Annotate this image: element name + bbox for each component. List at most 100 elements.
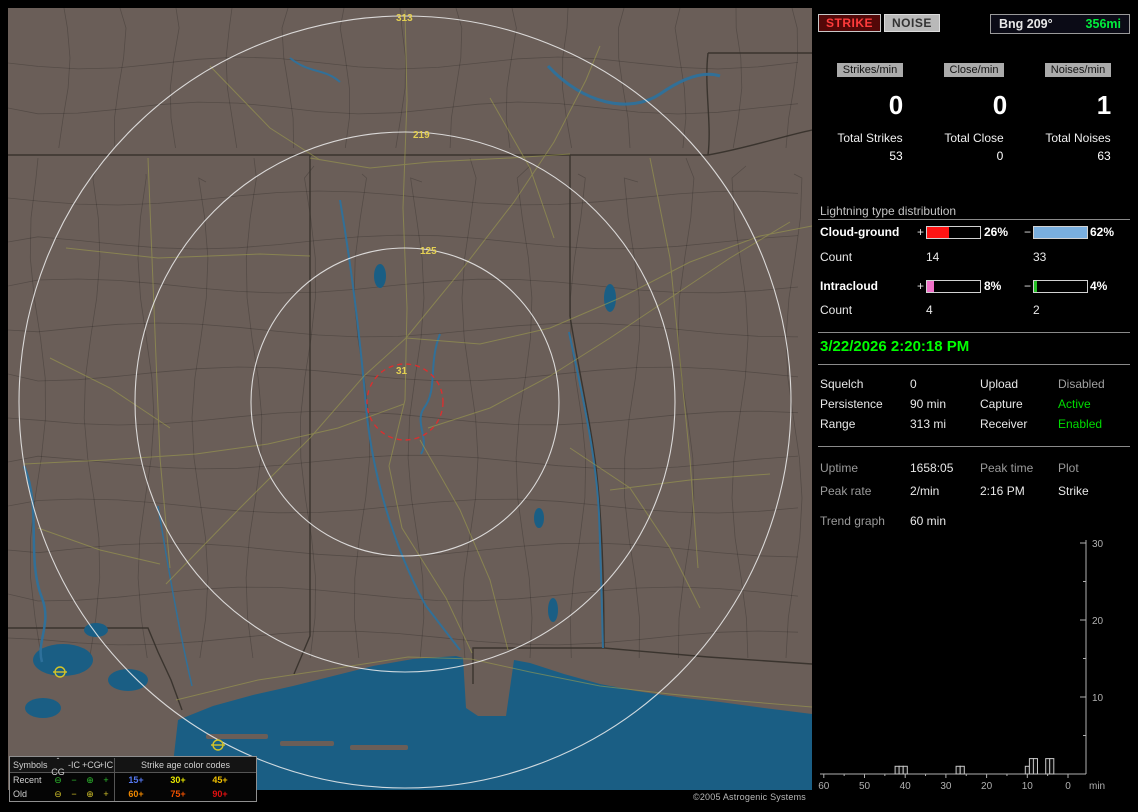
pos-ic-old-icon: + (103, 789, 109, 799)
svg-text:30: 30 (1092, 539, 1104, 550)
cloud-ground-count-row: Count 14 33 (818, 250, 1130, 264)
pos-cg-old-icon: ⊕ (86, 789, 94, 799)
stats-row-1: Uptime 1658:05 Peak time Plot (818, 461, 1130, 475)
legend-recent-label: Recent (13, 775, 42, 785)
separator (818, 446, 1130, 447)
svg-text:10: 10 (1092, 693, 1104, 704)
close-per-min-value: 0 (992, 90, 1008, 120)
plot-value: Strike (1058, 484, 1089, 498)
pos-ic-recent-icon: + (103, 775, 109, 785)
settings-row-squelch: Squelch 0 Upload Disabled (818, 377, 1130, 391)
legend-col-pos-cg: +CG (82, 759, 101, 770)
legend-recent-row: Recent ⊖ − ⊕ + 15+ 30+ 45+ (10, 773, 256, 787)
indicator-row: STRIKE NOISE Bng 209° 356mi (818, 14, 1130, 36)
receiver-label: Receiver (980, 417, 1028, 431)
status-panel: STRIKE NOISE Bng 209° 356mi Strikes/min … (818, 8, 1130, 804)
peak-rate-label: Peak rate (820, 484, 872, 498)
minus-sign: − (1024, 225, 1032, 239)
trend-ticks-and-bars: 30 20 10 60 50 40 30 20 10 0 min (818, 539, 1105, 792)
total-noises-label: Total Noises (1045, 131, 1111, 145)
copyright-text: ©2005 Astrogenic Systems (693, 792, 806, 802)
upload-status: Disabled (1058, 377, 1105, 391)
map-canvas: 313 219 125 31 (8, 8, 812, 790)
ic-minus-count: 2 (1033, 303, 1040, 317)
total-close-value: 0 (996, 149, 1004, 163)
age-30: 30+ (170, 775, 186, 785)
neg-cg-recent-icon: ⊖ (54, 775, 62, 785)
cg-minus-pct: 62% (1090, 225, 1115, 239)
svg-text:min: min (1089, 781, 1105, 792)
cloud-ground-label: Cloud-ground (820, 225, 900, 239)
datetime-display: 3/22/2026 2:20:18 PM (820, 338, 970, 355)
map-legend: Symbols -CG -IC +CG +IC Strike age color… (9, 753, 257, 802)
bearing-distance: 356mi (1085, 17, 1121, 31)
separator (818, 364, 1130, 365)
cg-minus-bar (1033, 226, 1088, 239)
separator (818, 332, 1130, 333)
svg-text:20: 20 (981, 781, 993, 792)
minus-sign: − (1024, 279, 1032, 293)
separator (818, 219, 1130, 220)
svg-text:50: 50 (859, 781, 871, 792)
bearing-box: Bng 209° 356mi (990, 14, 1130, 34)
legend-symbols-header: Symbols (13, 759, 48, 770)
trend-window-value: 60 min (910, 514, 947, 528)
total-strikes-value: 53 (889, 149, 903, 163)
receiver-status: Enabled (1058, 417, 1103, 431)
intracloud-row: Intracloud + 8% − 4% (818, 279, 1130, 293)
totals-label-row: Total Strikes Total Close Total Noises (818, 131, 1130, 145)
noises-per-min-value: 1 (1096, 90, 1112, 120)
svg-text:30: 30 (940, 781, 952, 792)
cg-plus-count: 14 (926, 250, 940, 264)
range-ring-label-219: 219 (413, 130, 430, 141)
strike-indicator[interactable]: STRIKE (818, 14, 882, 32)
ic-plus-bar (926, 280, 981, 293)
total-strikes-label: Total Strikes (837, 131, 903, 145)
intracloud-label: Intracloud (820, 279, 879, 293)
bearing-label: Bng 209° (999, 17, 1053, 31)
cg-plus-bar (926, 226, 981, 239)
legend-old-label: Old (13, 789, 28, 799)
pos-cg-recent-icon: ⊕ (86, 775, 94, 785)
plot-label: Plot (1058, 461, 1079, 475)
ic-plus-pct: 8% (984, 279, 1002, 293)
strikes-per-min-badge: Strikes/min (836, 63, 904, 77)
lightning-map[interactable]: 313 219 125 31 Symbols -CG -IC +CG +IC S… (8, 8, 812, 804)
range-ring-label-313: 313 (396, 13, 413, 24)
ic-minus-pct: 4% (1090, 279, 1108, 293)
count-label: Count (820, 250, 853, 264)
rate-value-row: 0 0 1 (818, 90, 1130, 121)
svg-text:20: 20 (1092, 616, 1104, 627)
persistence-label: Persistence (820, 397, 883, 411)
age-15: 15+ (128, 775, 144, 785)
noise-indicator[interactable]: NOISE (884, 14, 940, 32)
svg-text:10: 10 (1022, 781, 1034, 792)
age-45: 45+ (212, 775, 228, 785)
legend-age-header: Strike age color codes (114, 757, 256, 772)
peak-rate-value: 2/min (910, 484, 940, 498)
totals-value-row: 53 0 63 (818, 149, 1130, 163)
legend-header-row: Symbols -CG -IC +CG +IC Strike age color… (10, 753, 256, 777)
range-label: Range (820, 417, 856, 431)
close-per-min-badge: Close/min (943, 63, 1005, 77)
cg-plus-pct: 26% (984, 225, 1009, 239)
range-value: 313 mi (910, 417, 947, 431)
uptime-value: 1658:05 (910, 461, 954, 475)
capture-status: Active (1058, 397, 1091, 411)
intracloud-count-row: Count 4 2 (818, 303, 1130, 317)
peak-time-value: 2:16 PM (980, 484, 1025, 498)
peak-time-label: Peak time (980, 461, 1034, 475)
app-window: 313 219 125 31 Symbols -CG -IC +CG +IC S… (0, 0, 1138, 812)
age-75: 75+ (170, 789, 186, 799)
svg-text:40: 40 (900, 781, 912, 792)
neg-ic-old-icon: − (71, 789, 77, 799)
legend-col-neg-ic: -IC (68, 759, 80, 770)
neg-ic-recent-icon: − (71, 775, 77, 785)
capture-label: Capture (980, 397, 1023, 411)
settings-row-range: Range 313 mi Receiver Enabled (818, 417, 1130, 431)
noises-per-min-badge: Noises/min (1044, 63, 1112, 77)
strikes-per-min-value: 0 (888, 90, 904, 120)
trend-graph: 30 20 10 60 50 40 30 20 10 0 min (818, 539, 1105, 792)
uptime-label: Uptime (820, 461, 859, 475)
plus-sign: + (917, 225, 925, 239)
